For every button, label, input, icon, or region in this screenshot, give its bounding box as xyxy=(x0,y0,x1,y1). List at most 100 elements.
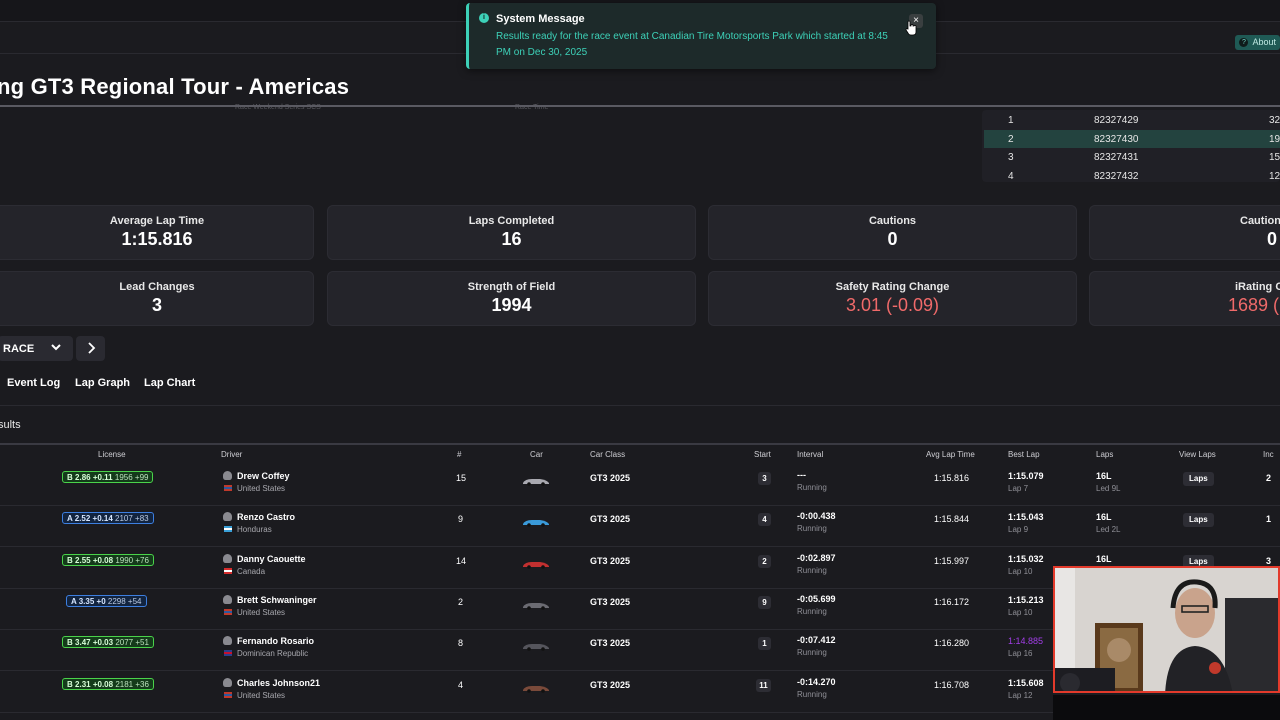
column-license[interactable]: License xyxy=(98,450,126,459)
stat-label: Cautions xyxy=(868,215,917,227)
stat-value: 1994 xyxy=(491,295,532,315)
subsession-id: 82327432 xyxy=(1094,171,1139,182)
license-sr-delta: +0.08 xyxy=(92,555,114,565)
view-laps-button[interactable]: Laps xyxy=(1183,472,1214,486)
column-number[interactable]: # xyxy=(457,450,461,459)
license-irating-delta: +83 xyxy=(135,514,149,524)
driver-name[interactable]: Fernando Rosario xyxy=(237,636,314,646)
stat-value: 3 xyxy=(151,295,162,315)
license-sr-delta: +0.14 xyxy=(92,514,113,524)
tab-lap-graph[interactable]: Lap Graph xyxy=(75,377,130,389)
subsession-pos: 2 xyxy=(1008,134,1014,145)
subsession-pos: 3 xyxy=(1008,152,1014,163)
avg-lap-time: 1:16.280 xyxy=(934,638,970,649)
car-number: 4 xyxy=(458,679,464,690)
column-car[interactable]: Car xyxy=(530,450,543,459)
column-best-lap[interactable]: Best Lap xyxy=(1008,450,1040,459)
avg-lap-time: 1:16.708 xyxy=(934,679,970,690)
driver-name[interactable]: Drew Coffey xyxy=(237,471,290,481)
license-class: B xyxy=(67,473,73,482)
car-class: GT3 2025 xyxy=(590,596,631,607)
car-icon xyxy=(523,479,549,486)
driver-country: Dominican Republic xyxy=(237,649,309,659)
stat-label: iRating C xyxy=(1235,281,1280,293)
column-car-class[interactable]: Car Class xyxy=(590,450,625,459)
column-inc[interactable]: Inc xyxy=(1263,450,1274,459)
subsession-table: 1 82327429 32 2 82327430 19 3 82327431 1… xyxy=(982,110,1280,182)
license-irating: 2298 xyxy=(107,596,126,606)
driver-country: United States xyxy=(237,690,286,700)
subsession-id: 82327430 xyxy=(1094,134,1139,145)
helmet-icon xyxy=(223,512,232,522)
license-badge: A 3.35 +0 2298 +54 xyxy=(66,594,147,607)
column-view-laps[interactable]: View Laps xyxy=(1179,450,1216,459)
subsession-id: 82327429 xyxy=(1094,115,1139,126)
session-select[interactable]: RACE xyxy=(0,336,73,361)
driver-name[interactable]: Danny Caouette xyxy=(237,554,306,564)
license-badge: B 3.47 +0.03 2077 +51 xyxy=(62,636,154,649)
stat-value: 16 xyxy=(501,229,522,249)
subsession-row-selected[interactable]: 2 82327430 19 xyxy=(984,130,1280,148)
tab-event-log[interactable]: Event Log xyxy=(7,377,60,389)
subsession-id: 82327431 xyxy=(1094,152,1139,163)
license-irating-delta: +99 xyxy=(134,473,149,482)
column-laps[interactable]: Laps xyxy=(1096,450,1113,459)
driver-name[interactable]: Renzo Castro xyxy=(237,512,295,522)
best-lap-time: 1:15.213 xyxy=(1008,594,1044,605)
column-interval[interactable]: Interval xyxy=(797,450,823,459)
avg-lap-time: 1:15.997 xyxy=(934,555,970,566)
subsession-row[interactable]: 3 82327431 15 xyxy=(984,148,1280,166)
view-laps-button[interactable]: Laps xyxy=(1183,513,1214,528)
column-avg-lap-time[interactable]: Avg Lap Time xyxy=(926,450,975,459)
avg-lap-time: 1:15.844 xyxy=(934,514,970,525)
driver-name[interactable]: Charles Johnson21 xyxy=(237,678,320,688)
flag-icon xyxy=(224,691,232,698)
subsession-value: 15 xyxy=(1269,152,1280,163)
best-lap-number: Lap 10 xyxy=(1008,607,1033,617)
running-status: Running xyxy=(797,565,827,575)
license-badge: B 2.31 +0.08 2181 +36 xyxy=(62,677,154,690)
driver-country: United States xyxy=(237,607,286,617)
info-icon: ? xyxy=(1239,38,1249,47)
avg-lap-time: 1:16.172 xyxy=(934,596,970,607)
license-sr: 2.86 xyxy=(75,473,91,482)
interval-value: --- xyxy=(797,470,806,480)
webcam-overlay xyxy=(1053,566,1280,693)
car-number: 14 xyxy=(456,555,467,566)
car-icon xyxy=(523,602,549,610)
interval-value: -0:00.438 xyxy=(797,511,836,522)
license-class: B xyxy=(67,555,73,565)
subsession-pos: 1 xyxy=(1008,115,1014,126)
driver-country: United States xyxy=(237,484,286,493)
license-irating-delta: +51 xyxy=(135,638,149,648)
best-lap-number: Lap 9 xyxy=(1008,525,1029,535)
running-status: Running xyxy=(797,483,827,492)
table-row[interactable]: A 2.52 +0.14 2107 +83 Renzo Castro Hondu… xyxy=(0,506,1280,548)
best-lap-number: Lap 7 xyxy=(1008,484,1029,493)
next-session-button[interactable] xyxy=(76,336,105,361)
license-class: B xyxy=(67,679,73,689)
car-icon xyxy=(523,685,549,693)
helmet-icon xyxy=(223,553,232,563)
best-lap-time: 1:15.608 xyxy=(1008,677,1044,688)
start-position: 2 xyxy=(758,554,771,568)
column-start[interactable]: Start xyxy=(754,450,771,459)
column-driver[interactable]: Driver xyxy=(221,450,242,459)
stat-safety-rating-change: Safety Rating Change 3.01 (-0.09) xyxy=(708,271,1077,326)
driver-name[interactable]: Brett Schwaninger xyxy=(237,595,317,605)
subsession-row[interactable]: 1 82327429 32 xyxy=(984,111,1280,129)
stat-strength-of-field: Strength of Field 1994 xyxy=(327,271,696,326)
info-icon: i xyxy=(479,13,489,23)
laps-led: Led 9L xyxy=(1096,484,1121,493)
about-button[interactable]: ? About xyxy=(1235,35,1280,50)
stat-value: 3.01 (-0.09) xyxy=(845,295,940,315)
table-row[interactable]: B 2.86 +0.11 1956 +99 Drew Coffey United… xyxy=(0,465,1280,506)
interval-value: -0:14.270 xyxy=(797,676,836,687)
laps-completed: 16L xyxy=(1096,471,1112,481)
tab-lap-chart[interactable]: Lap Chart xyxy=(144,377,195,389)
license-sr: 3.47 xyxy=(75,638,91,648)
subsession-row[interactable]: 4 82327432 12 xyxy=(984,167,1280,182)
car-class: GT3 2025 xyxy=(590,473,631,483)
car-icon xyxy=(523,561,549,569)
stat-value: 0 xyxy=(1267,229,1278,249)
